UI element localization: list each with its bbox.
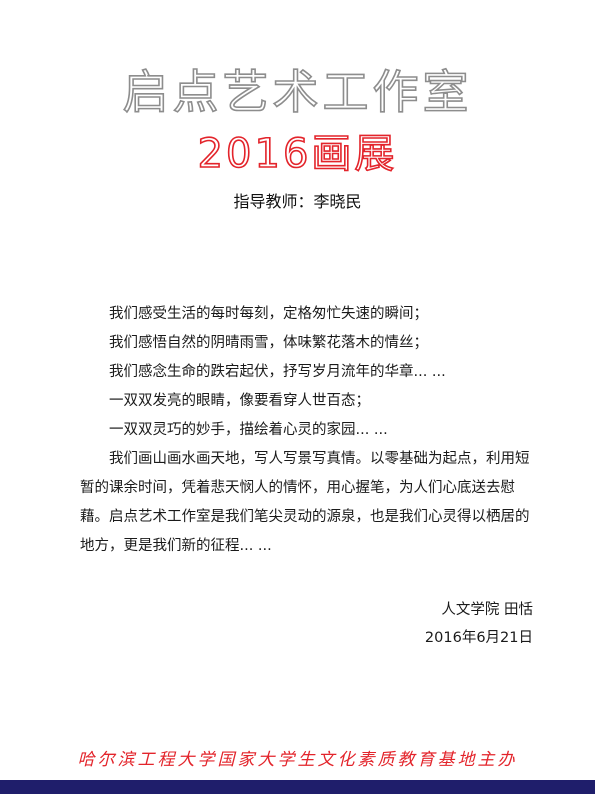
body-paragraph: 我们画山画水画天地，写人写景写真情。以零基础为起点，利用短暂的课余时间，凭着悲天… (80, 451, 530, 554)
sponsor-footer: 哈尔滨工程大学国家大学生文化素质教育基地主办 (77, 750, 518, 770)
body-line: 一双双灵巧的妙手，描绘着心灵的家园... ... (109, 422, 388, 438)
author-signature: 人文学院 田恬 (441, 602, 533, 618)
body-line: 我们感受生活的每时每刻，定格匆忙失速的瞬间； (109, 306, 428, 322)
page-title: 启点艺术工作室 (122, 64, 473, 120)
body-text: 我们感受生活的每时每刻，定格匆忙失速的瞬间； 我们感悟自然的阴晴雨雪，体味繁花落… (80, 300, 540, 561)
exhibition-subtitle: 2016画展 (197, 130, 398, 178)
body-line: 我们感悟自然的阴晴雨雪，体味繁花落木的情丝； (109, 335, 428, 351)
body-line: 我们感念生命的跌宕起伏，抒写岁月流年的华章... ... (109, 364, 446, 380)
instructor-line: 指导教师：李晓民 (233, 192, 362, 211)
bottom-bar (0, 780, 595, 794)
body-line: 一双双发亮的眼睛，像要看穿人世百态； (109, 393, 370, 409)
signature-date: 2016年6月21日 (424, 630, 533, 646)
